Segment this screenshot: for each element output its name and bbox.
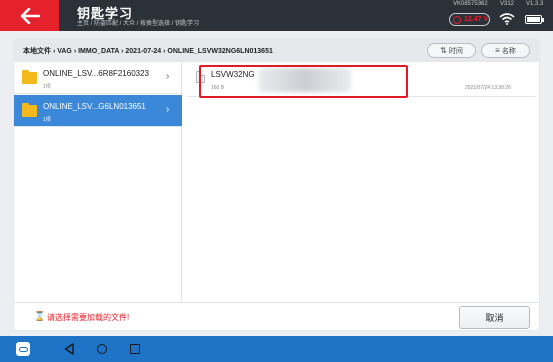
voltage-icon [453,15,461,24]
path-bar: 本地文件 › VAG › IMMO_DATA › 2021-07-24 › ON… [14,39,539,62]
chevron-right-icon: › [166,71,170,82]
wifi-icon [499,13,515,25]
battery-icon [525,15,544,24]
folder-count: 1项 [43,117,51,123]
cancel-button[interactable]: 取消 [459,306,530,329]
system-nav-bar [0,336,553,362]
panel-footer: ⌛ 请选择需要加载的文件! 取消 [14,302,539,330]
sort-list-icon: ≡ [495,46,500,55]
folder-item-selected[interactable]: ONLINE_LSV...G6LN013651 1项 › [14,95,182,127]
redacted-area [259,68,351,92]
nav-recent-apps-icon[interactable] [130,344,140,354]
nav-home-icon[interactable] [97,344,107,354]
title-bar: 钥匙学习 主页 / 防盗匹配 / 大众 / 按类型选择 / 钥匙学习 VK085… [0,0,553,31]
folder-icon [22,103,37,117]
file-icon [196,71,205,83]
folder-name: ONLINE_LSV...6R8F2160323 [43,69,149,78]
voltage-badge: 12.47 V [449,13,490,26]
arrow-left-icon [20,7,40,24]
folder-icon [22,70,37,84]
file-name: LSVW32NG [211,70,255,79]
sort-by-time-button[interactable]: ⇅ 时间 [427,43,476,58]
warning-message: 请选择需要加载的文件! [47,313,130,322]
folder-count: 1项 [43,84,51,90]
file-size: 160 B [211,85,225,91]
device-label: V312 [500,1,515,7]
app-launcher-icon[interactable] [16,342,30,356]
hourglass-icon: ⌛ [34,311,46,321]
file-browser-panel: 本地文件 › VAG › IMMO_DATA › 2021-07-24 › ON… [14,39,539,330]
back-button[interactable] [0,0,59,31]
sort-icon: ⇅ [440,46,447,55]
sort-name-label: 名称 [501,47,516,55]
breadcrumb: 主页 / 防盗匹配 / 大众 / 按类型选择 / 钥匙学习 [77,21,200,27]
version-label: V1.3.3 [526,1,544,7]
file-path: 本地文件 › VAG › IMMO_DATA › 2021-07-24 › ON… [23,48,273,55]
folder-item[interactable]: ONLINE_LSV...6R8F2160323 1项 › [14,62,182,94]
sort-by-name-button[interactable]: ≡ 名称 [481,43,530,58]
file-list-item[interactable]: LSVW32NG 160 B 2021/07/24 13:38:26 [187,66,535,97]
sort-time-label: 时间 [448,47,463,55]
folder-name: ONLINE_LSV...G6LN013651 [43,102,146,111]
nav-back-icon[interactable] [64,343,74,355]
vin-label: VK08575362 [453,1,488,7]
chevron-right-icon: › [166,104,170,115]
file-date: 2021/07/24 13:38:26 [465,85,511,91]
folder-list: ONLINE_LSV...6R8F2160323 1项 › ONLINE_LSV… [14,62,182,302]
voltage-value: 12.47 V [464,16,489,23]
